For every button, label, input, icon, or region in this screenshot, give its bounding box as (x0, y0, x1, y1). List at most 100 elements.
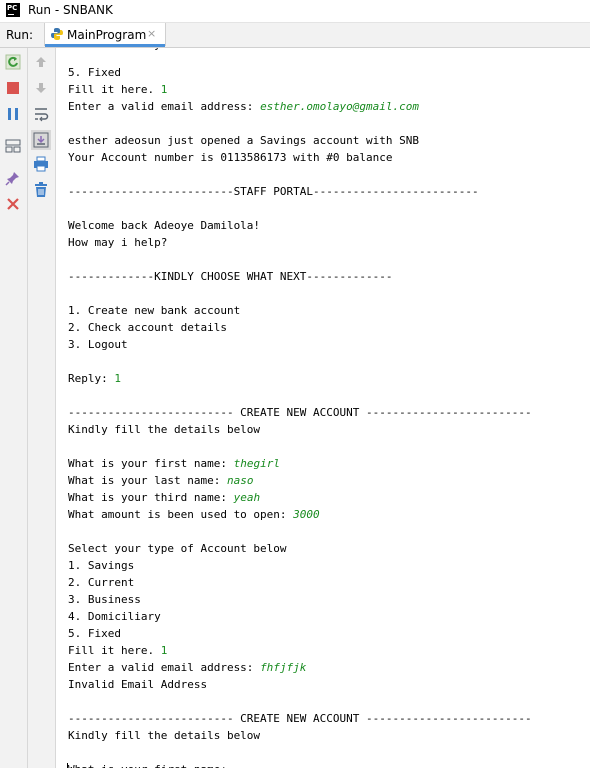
console-text: 1. Savings (68, 559, 135, 572)
console-text: Enter a valid email address: (68, 100, 261, 113)
console-line: Welcome back Adeoye Damilola! (68, 217, 260, 234)
console-text: Reply: (68, 372, 115, 385)
console-line: 2. Current (68, 574, 134, 591)
stop-icon (7, 82, 19, 94)
console-line: -------------KINDLY CHOOSE WHAT NEXT----… (68, 268, 393, 285)
down-arrow-icon (36, 83, 46, 93)
console-text: Welcome back Adeoye Damilola! (68, 219, 261, 232)
console-text: How may i help? (68, 236, 168, 249)
title-bar: PC Run - SNBANK (0, 0, 590, 23)
pause-button[interactable] (3, 104, 23, 124)
soft-wrap-button[interactable] (31, 104, 51, 124)
console-line: 4. Domiciliary (68, 608, 161, 625)
console-line: Invalid Email Address (68, 676, 207, 693)
stop-button[interactable] (3, 78, 23, 98)
pin-icon (5, 172, 19, 186)
console-line: Fill it here. 1 (68, 81, 167, 98)
user-input-text: naso (226, 474, 254, 487)
run-label: Run: (6, 28, 34, 42)
console-line: How may i help? (68, 234, 167, 251)
up-arrow-icon (36, 57, 46, 67)
close-button[interactable] (3, 194, 23, 214)
console-line: What is your third name: yeah (68, 489, 260, 506)
user-input-text: yeah (233, 491, 261, 504)
console-text: Enter a valid email address: (68, 661, 261, 674)
console-line: -------------------------STAFF PORTAL---… (68, 183, 479, 200)
console-line: Reply: 1 (68, 370, 121, 387)
console-text: 4. Domiciliary (68, 48, 161, 51)
console-line: 2. Check account details (68, 319, 227, 336)
console-line: 5. Fixed (68, 64, 121, 81)
console-line: 1. Savings (68, 557, 134, 574)
pin-button[interactable] (3, 168, 23, 188)
soft-wrap-icon (35, 108, 49, 122)
console-text: What amount is been used to open: (68, 508, 294, 521)
window-title: Run - SNBANK (28, 3, 113, 17)
user-input-text: 1 (160, 644, 168, 657)
scroll-down-button[interactable] (31, 78, 51, 98)
console-text: What is your last name: (68, 474, 227, 487)
console-line: 3. Logout (68, 336, 128, 353)
console-line: esther adeosun just opened a Savings acc… (68, 132, 419, 149)
pycharm-logo-icon: PC (6, 3, 20, 17)
console-text: ------------------------- CREATE NEW ACC… (68, 712, 532, 725)
text-cursor (67, 763, 68, 768)
user-input-text: fhfjfjk (260, 661, 307, 674)
print-button[interactable] (31, 154, 51, 174)
console-line: Your Account number is 0113586173 with #… (68, 149, 393, 166)
console-text: What is your first name: (68, 763, 234, 768)
console-line: What is your first name: (67, 761, 234, 768)
console-text: -------------KINDLY CHOOSE WHAT NEXT----… (68, 270, 393, 283)
user-input-text: 1 (114, 372, 121, 385)
python-icon (51, 28, 63, 40)
console-output[interactable]: 4. Domiciliary5. FixedFill it here. 1Ent… (56, 48, 590, 768)
console-line: Enter a valid email address: esther.omol… (68, 98, 419, 115)
close-icon (7, 198, 19, 210)
console-line: What amount is been used to open: 3000 (68, 506, 320, 523)
layout-icon (5, 139, 21, 153)
console-line: What is your first name: thegirl (68, 455, 280, 472)
console-line: Fill it here. 1 (68, 642, 167, 659)
run-toolbar-secondary (28, 48, 56, 768)
console-text: Fill it here. (68, 644, 161, 657)
console-text: What is your third name: (68, 491, 234, 504)
layout-button[interactable] (3, 136, 23, 156)
console-text: Kindly fill the details below (68, 729, 261, 742)
user-input-text: esther.omolayo@gmail.com (260, 100, 420, 113)
tab-active-indicator (45, 44, 165, 47)
tab-close-icon[interactable]: × (147, 27, 156, 40)
console-line: ------------------------- CREATE NEW ACC… (68, 710, 532, 727)
pause-icon (8, 108, 18, 120)
console-text: Invalid Email Address (68, 678, 208, 691)
console-line: 1. Create new bank account (68, 302, 240, 319)
clear-all-button[interactable] (31, 180, 51, 200)
console-text: esther adeosun just opened a Savings acc… (68, 134, 419, 147)
tab-mainprogram[interactable]: MainProgram × (44, 23, 166, 47)
console-text: Fill it here. (68, 83, 161, 96)
console-text: Select your type of Account below (68, 542, 287, 555)
trash-icon (35, 182, 47, 197)
console-line: Select your type of Account below (68, 540, 287, 557)
console-text: 2. Current (68, 576, 135, 589)
console-line: 4. Domiciliary (68, 48, 161, 53)
scroll-up-button[interactable] (31, 52, 51, 72)
console-line: Kindly fill the details below (68, 727, 260, 744)
console-text: Kindly fill the details below (68, 423, 261, 436)
rerun-button[interactable] (3, 52, 23, 72)
scroll-to-end-button[interactable] (31, 130, 51, 150)
console-text: 4. Domiciliary (68, 610, 161, 623)
console-line: What is your last name: naso (68, 472, 253, 489)
run-toolbar-primary (0, 48, 28, 768)
console-text: 3. Logout (68, 338, 128, 351)
print-icon (34, 156, 48, 172)
console-text: What is your first name: (68, 457, 234, 470)
console-text: 3. Business (68, 593, 141, 606)
console-text: 5. Fixed (68, 66, 121, 79)
console-line: 3. Business (68, 591, 141, 608)
console-line: ------------------------- CREATE NEW ACC… (68, 404, 532, 421)
console-line: Enter a valid email address: fhfjfjk (68, 659, 306, 676)
console-text: Your Account number is 0113586173 with #… (68, 151, 393, 164)
console-line: 5. Fixed (68, 625, 121, 642)
console-text: 2. Check account details (68, 321, 227, 334)
run-tool-bar: Run: MainProgram × (0, 23, 590, 48)
